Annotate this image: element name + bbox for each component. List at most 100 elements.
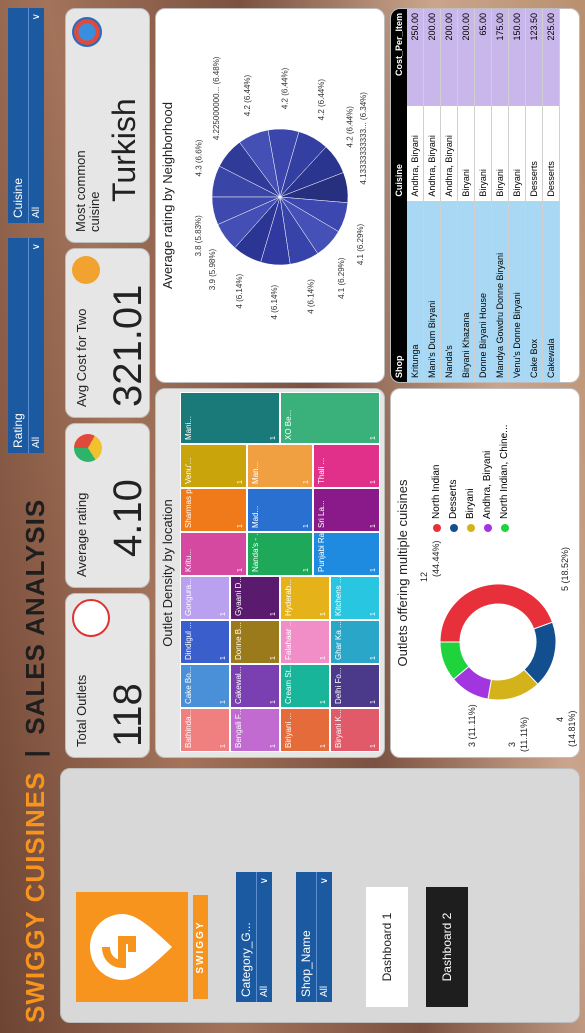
pie-label: 4 (6.14%) [270,284,279,319]
table-row[interactable]: Kritunga Andhra, Biryani 250.00 [407,9,424,382]
dashboard1-button[interactable]: Dashboard 1 [366,887,408,1007]
treemap-cell-value: 1 [270,700,277,704]
legend-dot [483,524,492,532]
dashboard2-button[interactable]: Dashboard 2 [426,887,468,1007]
treemap-cell[interactable]: Cakewal... 1 [230,664,280,708]
category-dropdown[interactable]: All ∨ [256,872,272,1002]
treemap-cell[interactable]: Ghar Ka ... 1 [330,620,380,664]
legend-item[interactable]: Andhra, Biryani [482,392,493,532]
pie-chart: 4.3 (6.6%) 4.225000000... (6.48%) 4.2 (6.4… [194,56,368,319]
kpi-total-outlets: Total Outlets 118 [65,593,150,758]
treemap-cell[interactable]: Sri La... 1 [313,488,380,532]
table-cell-cuisine: Biryani [508,105,526,201]
shop-slicer[interactable]: Shop_Name All ∨ [296,872,332,1002]
treemap-cell-label: Sharmas p... [184,488,193,528]
shop-table: Shop Cuisine Cost_Per_Item Kritunga Andhr… [391,9,560,382]
table-row[interactable]: Mani's Dum Biryani Andhra, Biryani 200.00 [423,9,441,382]
treemap-cell[interactable]: Gyaani D... 1 [230,576,280,620]
donut-callout: (44.44%) [431,540,441,577]
legend-item[interactable]: North Indian [431,392,442,532]
treemap-cell-value: 1 [370,436,377,440]
legend-dot [466,524,475,532]
category-value: All [259,985,270,997]
table-row[interactable]: Nanda's Andhra, Biryani 200.00 [440,9,458,382]
table-cell-shop: Venu's Donne Biryani [508,200,526,382]
treemap-cell[interactable]: Delhi Fo... 1 [330,664,380,708]
treemap-cell[interactable]: Kritu... 1 [180,532,247,576]
treemap-cell[interactable]: Mani... 1 [180,392,280,444]
treemap-cell-value: 1 [236,480,244,484]
legend-label: Biryani [465,488,476,519]
rating-dropdown[interactable]: All ∨ [28,238,44,453]
treemap-grid: Bathinda... 1 Bengali F... 1 Biriyani ... 1 Bi… [180,392,380,752]
treemap-cell[interactable]: Thali ... 1 [313,444,380,488]
table-row[interactable]: Cakewala Desserts 225.00 [542,9,560,382]
treemap-cell-label: Delhi Fo... [334,667,343,704]
category-slicer[interactable]: Category_G... All ∨ [236,872,272,1002]
table-cell-cost: 225.00 [542,9,560,106]
column-header-cost[interactable]: Cost_Per_Item [391,9,407,106]
treemap-cell-value: 1 [270,744,277,748]
swiggy-logo-icon [90,914,172,980]
treemap-cell[interactable]: Biriyani ... 1 [280,708,330,752]
table-row[interactable]: Mandya Gowdru Donne Biryani Biryani 175.00 [491,9,509,382]
legend-item[interactable]: Biryani [465,392,476,532]
pie-label: 4.225000000... (6.48%) [212,56,221,140]
treemap-cell-value: 1 [320,744,327,748]
treemap-cell[interactable]: Gongura... 1 [180,576,230,620]
treemap-cell-label: Mani... [184,415,193,440]
shop-dropdown[interactable]: All ∨ [316,872,332,1002]
treemap-cell-label: Gongura... [184,578,193,616]
table-cell-shop: Cakewala [542,200,560,382]
cuisine-dropdown[interactable]: All ∨ [28,8,44,223]
treemap-cell-value: 1 [303,524,311,528]
treemap-cell[interactable]: Bengali F... 1 [230,708,280,752]
rating-slicer[interactable]: Rating All ∨ [8,238,44,453]
legend-item[interactable]: North Indian, Chine... [499,392,510,532]
treemap-cell[interactable]: Bathinda... 1 [180,708,230,752]
treemap-cell[interactable]: Punjabi Ra... 1 [313,532,380,576]
table-row[interactable]: Donne Biryani House Biryani 65.00 [474,9,492,382]
legend-item[interactable]: Desserts [448,392,459,532]
table-row[interactable]: Biryani Khazana Biryani 200.00 [457,9,475,382]
treemap-cell-label: Cake Bo... [184,666,193,704]
treemap-cell[interactable]: Man... 1 [246,444,314,488]
treemap-cell[interactable]: Cream St... 1 [280,664,330,708]
pie-label: 4.2 (6.44%) [345,106,354,148]
table-cell-cuisine: Desserts [525,105,543,201]
cuisine-value: All [31,206,42,218]
table-cell-shop: Nanda's [440,200,458,382]
treemap-cell[interactable]: Falahaar ... 1 [280,620,330,664]
treemap-cell[interactable]: Mad... 1 [246,488,314,532]
treemap-cell[interactable]: Kitchens ... 1 [330,576,380,620]
treemap-cell[interactable]: Cake Bo... 1 [180,664,230,708]
column-header-shop[interactable]: Shop [391,200,407,382]
pie-label: 4.1 (6.29%) [356,223,365,265]
treemap-cell[interactable]: Dindigul ... 1 [180,620,230,664]
cuisine-slicer[interactable]: Cuisine All ∨ [8,8,44,223]
legend-label: North Indian, Chine... [499,424,510,520]
treemap-cell-label: Thali ... [317,457,327,484]
treemap-cell[interactable]: Sharmas p... 1 [180,488,247,532]
treemap-cell[interactable]: Nanda's - ... 1 [246,532,314,576]
treemap-cell[interactable]: XO Be... 1 [280,392,380,444]
dashboard-canvas: SWIGGY CUISINES | SALES ANALYSIS Rating … [0,0,585,1033]
table-row[interactable]: Cake Box Desserts 123.50 [525,9,543,382]
treemap-cell[interactable]: Donne B... 1 [230,620,280,664]
table-cell-cuisine: Biryani [457,105,475,201]
left-sidebar: SWIGGY Category_G... All ∨ Shop_Name All… [60,768,580,1023]
table-cell-cost: 200.00 [423,9,441,106]
table-cell-cuisine: Desserts [542,105,560,201]
treemap-cell[interactable]: Hyderab... 1 [280,576,330,620]
kpi-label-line2: cuisine [87,191,102,232]
column-header-cuisine[interactable]: Cuisine [391,105,407,201]
table-row[interactable]: Venu's Donne Biryani Biryani 150.00 [508,9,526,382]
treemap-cell-label: Punjabi Ra... [317,532,327,572]
kpi-value: 118 [106,683,150,747]
treemap-cell[interactable]: Venu'... 1 [180,444,247,488]
table-cell-shop: Cake Box [525,200,543,382]
title-part1: SWIGGY CUISINES [20,771,50,1023]
table-cell-shop: Mani's Dum Biryani [423,200,441,382]
pie-panel: Average rating by Neighborhood 4.3 (6.6%… [155,8,385,383]
treemap-cell[interactable]: Biryani K... 1 [330,708,380,752]
